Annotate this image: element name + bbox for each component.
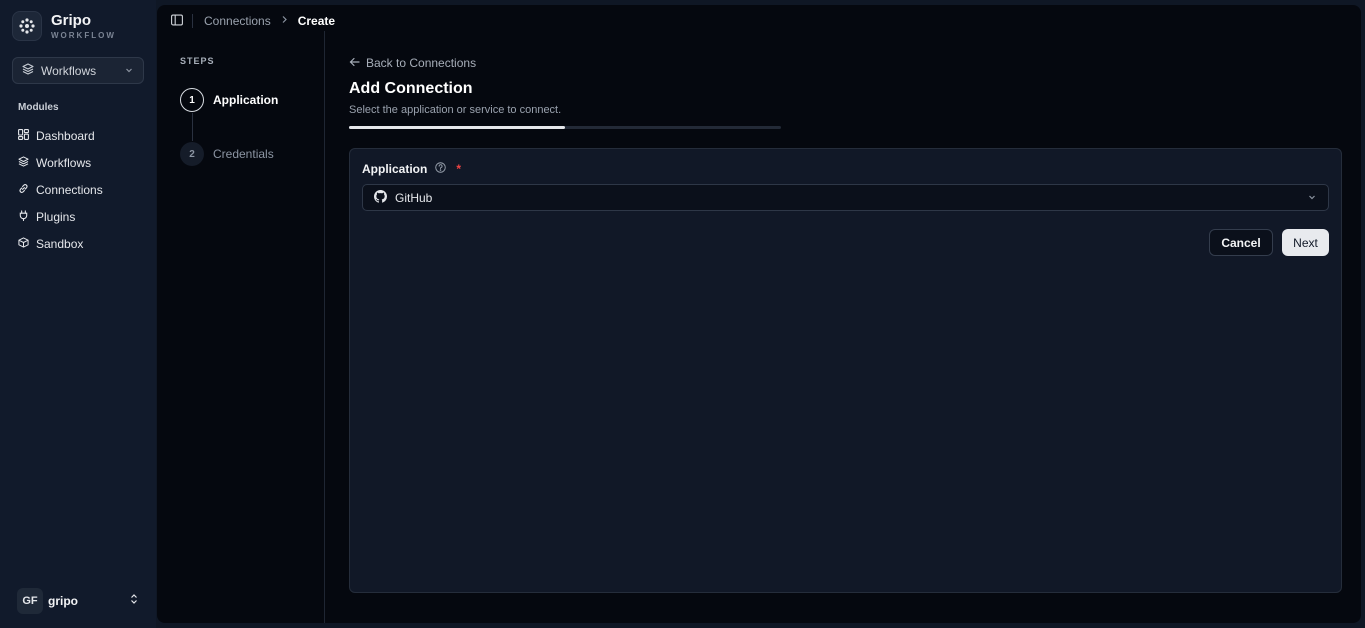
sidebar: Gripo WORKFLOW Workflows Modules Dashboa… <box>0 0 156 628</box>
step-number: 2 <box>180 142 204 166</box>
page-subtitle: Select the application or service to con… <box>349 104 562 116</box>
step-label: Application <box>213 93 279 107</box>
sidebar-item-sandbox[interactable]: Sandbox <box>18 230 103 257</box>
step-application[interactable]: 1 Application <box>180 88 278 112</box>
workspace-select[interactable]: Workflows <box>12 57 144 84</box>
step-number: 1 <box>180 88 204 112</box>
github-icon <box>374 189 387 206</box>
workspace-select-value: Workflows <box>41 63 97 78</box>
box-icon <box>18 236 36 251</box>
topbar: Connections Create <box>171 13 335 29</box>
sidebar-item-label: Workflows <box>36 155 92 170</box>
content: Back to Connections Add Connection Selec… <box>349 5 1343 623</box>
back-link-label: Back to Connections <box>366 56 477 70</box>
sidebar-item-label: Plugins <box>36 209 76 224</box>
brand[interactable]: Gripo WORKFLOW <box>12 11 116 41</box>
breadcrumb-current: Create <box>297 14 336 28</box>
chevron-down-icon <box>1307 191 1317 205</box>
back-to-connections-link[interactable]: Back to Connections <box>349 56 476 70</box>
sidebar-nav: Dashboard Workflows Connections Plugins … <box>18 122 103 257</box>
help-icon[interactable] <box>435 162 447 176</box>
field-label-text: Application <box>362 162 428 176</box>
sidebar-item-plugins[interactable]: Plugins <box>18 203 103 230</box>
link-icon <box>18 183 36 197</box>
progress-fill <box>349 126 565 129</box>
modules-section-label: Modules <box>18 102 59 113</box>
step-connector <box>192 113 193 141</box>
sidebar-toggle-icon[interactable] <box>171 14 183 29</box>
sidebar-item-connections[interactable]: Connections <box>18 176 103 203</box>
steps-label: STEPS <box>180 56 215 66</box>
main-panel: Connections Create STEPS 1 Application 2… <box>157 5 1361 623</box>
layers-icon <box>22 63 34 78</box>
required-mark: * <box>456 162 462 176</box>
sidebar-item-label: Connections <box>36 182 103 197</box>
sidebar-item-label: Sandbox <box>36 236 84 251</box>
breadcrumb-connections[interactable]: Connections <box>204 14 271 28</box>
layers-icon <box>18 155 36 170</box>
application-field-label: Application * <box>362 162 461 176</box>
progress-bar <box>349 126 781 129</box>
steps-panel: STEPS 1 Application 2 Credentials <box>157 31 325 623</box>
sidebar-item-label: Dashboard <box>36 128 95 143</box>
cancel-button[interactable]: Cancel <box>1209 229 1273 256</box>
user-name: gripo <box>48 594 78 608</box>
chevron-up-down-icon <box>129 592 139 610</box>
plug-icon <box>18 209 36 224</box>
page-title: Add Connection <box>349 80 473 97</box>
application-select[interactable]: GitHub <box>362 184 1329 211</box>
sidebar-item-dashboard[interactable]: Dashboard <box>18 122 103 149</box>
gripo-logo-icon <box>12 11 42 41</box>
arrow-left-icon <box>349 56 366 70</box>
dashboard-icon <box>18 128 36 143</box>
avatar: GF <box>17 588 43 614</box>
sidebar-item-workflows[interactable]: Workflows <box>18 149 103 176</box>
divider <box>192 14 193 28</box>
step-credentials[interactable]: 2 Credentials <box>180 142 274 166</box>
breadcrumb: Connections Create <box>204 14 335 28</box>
application-select-value: GitHub <box>395 190 433 205</box>
chevron-down-icon <box>124 64 134 78</box>
next-button[interactable]: Next <box>1282 229 1329 256</box>
chevron-right-icon <box>281 15 288 27</box>
form-card: Application * GitHub Cancel Next <box>349 148 1342 593</box>
brand-name: Gripo <box>51 12 91 29</box>
step-label: Credentials <box>213 147 274 161</box>
brand-subtitle: WORKFLOW <box>51 31 116 40</box>
user-menu[interactable]: GF gripo <box>17 588 139 614</box>
